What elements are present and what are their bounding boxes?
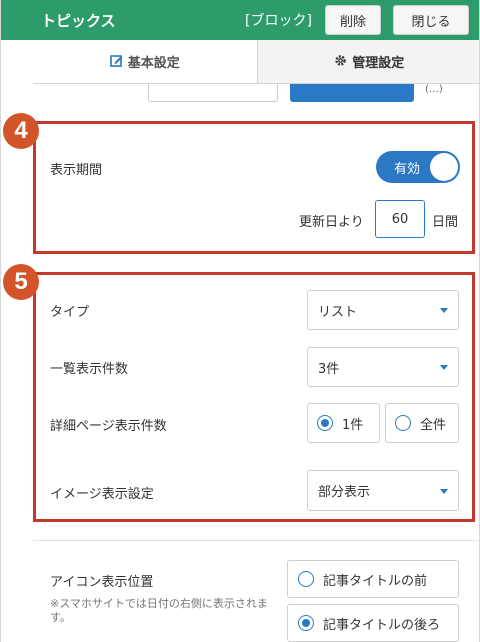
icon-position-label: アイコン表示位置	[50, 575, 154, 590]
type-label: タイプ	[50, 305, 90, 320]
delete-button[interactable]: 削除	[325, 5, 381, 35]
icon-position-before[interactable]: 記事タイトルの前	[287, 560, 459, 598]
days-input[interactable]: 60	[375, 200, 425, 238]
step-badge-5: 5	[3, 264, 39, 300]
radio-selected-icon	[317, 415, 333, 431]
panel-header: トピックス [ブロック] 削除 閉じる	[1, 0, 479, 40]
chevron-down-icon	[440, 308, 448, 313]
type-select-value: リスト	[318, 304, 358, 320]
icon-position-after[interactable]: 記事タイトルの後ろ	[287, 604, 459, 642]
partial-text: (…)	[425, 84, 443, 95]
days-suffix: 日間	[432, 215, 459, 230]
radio-selected-icon	[298, 615, 314, 631]
radio-unselected-icon	[298, 571, 314, 587]
block-type-label: [ブロック]	[245, 13, 312, 29]
icon-position-before-label: 記事タイトルの前	[323, 573, 428, 589]
list-count-select[interactable]: 3件	[307, 347, 459, 387]
detail-count-label: 詳細ページ表示件数	[50, 419, 167, 434]
section-divider	[33, 540, 479, 541]
tab-basic-settings-label: 基本設定	[127, 56, 180, 71]
chevron-down-icon	[440, 488, 448, 494]
radio-unselected-icon	[395, 415, 411, 431]
topics-settings-panel: トピックス [ブロック] 削除 閉じる 基本設定 管理設定 (…) 4 表示期間…	[0, 0, 480, 642]
image-setting-label: イメージ表示設定	[50, 487, 154, 502]
detail-count-option-1-label: 1件	[342, 417, 364, 433]
update-date-prefix: 更新日より	[299, 215, 364, 230]
partial-primary-button[interactable]	[290, 84, 414, 102]
tab-admin-settings-label: 管理設定	[352, 56, 405, 71]
tab-admin-settings[interactable]: 管理設定	[257, 40, 479, 83]
tab-basic-settings[interactable]: 基本設定	[33, 40, 258, 83]
image-setting-select-value: 部分表示	[318, 485, 371, 500]
icon-position-note: ※スマホサイトでは日付の右側に表示されます。	[50, 597, 268, 624]
toggle-knob	[430, 153, 458, 181]
icon-position-after-label: 記事タイトルの後ろ	[323, 617, 441, 633]
chevron-down-icon	[440, 365, 448, 370]
step-badge-4: 4	[3, 113, 39, 149]
partial-button[interactable]	[148, 84, 278, 102]
detail-count-option-1[interactable]: 1件	[307, 403, 380, 443]
image-setting-select[interactable]: 部分表示	[307, 470, 459, 511]
toggle-label: 有効	[394, 162, 421, 177]
list-count-label: 一覧表示件数	[50, 362, 129, 377]
detail-count-option-all[interactable]: 全件	[385, 403, 459, 443]
display-period-label: 表示期間	[50, 163, 103, 178]
settings-tabs: 基本設定 管理設定	[33, 40, 479, 84]
gear-icon	[334, 54, 347, 70]
list-count-select-value: 3件	[318, 361, 340, 377]
edit-icon	[109, 54, 123, 70]
detail-count-option-all-label: 全件	[420, 417, 447, 433]
close-button[interactable]: 閉じる	[393, 5, 469, 35]
panel-title: トピックス	[41, 12, 116, 30]
display-period-toggle[interactable]: 有効	[376, 151, 460, 183]
type-select[interactable]: リスト	[307, 290, 459, 330]
